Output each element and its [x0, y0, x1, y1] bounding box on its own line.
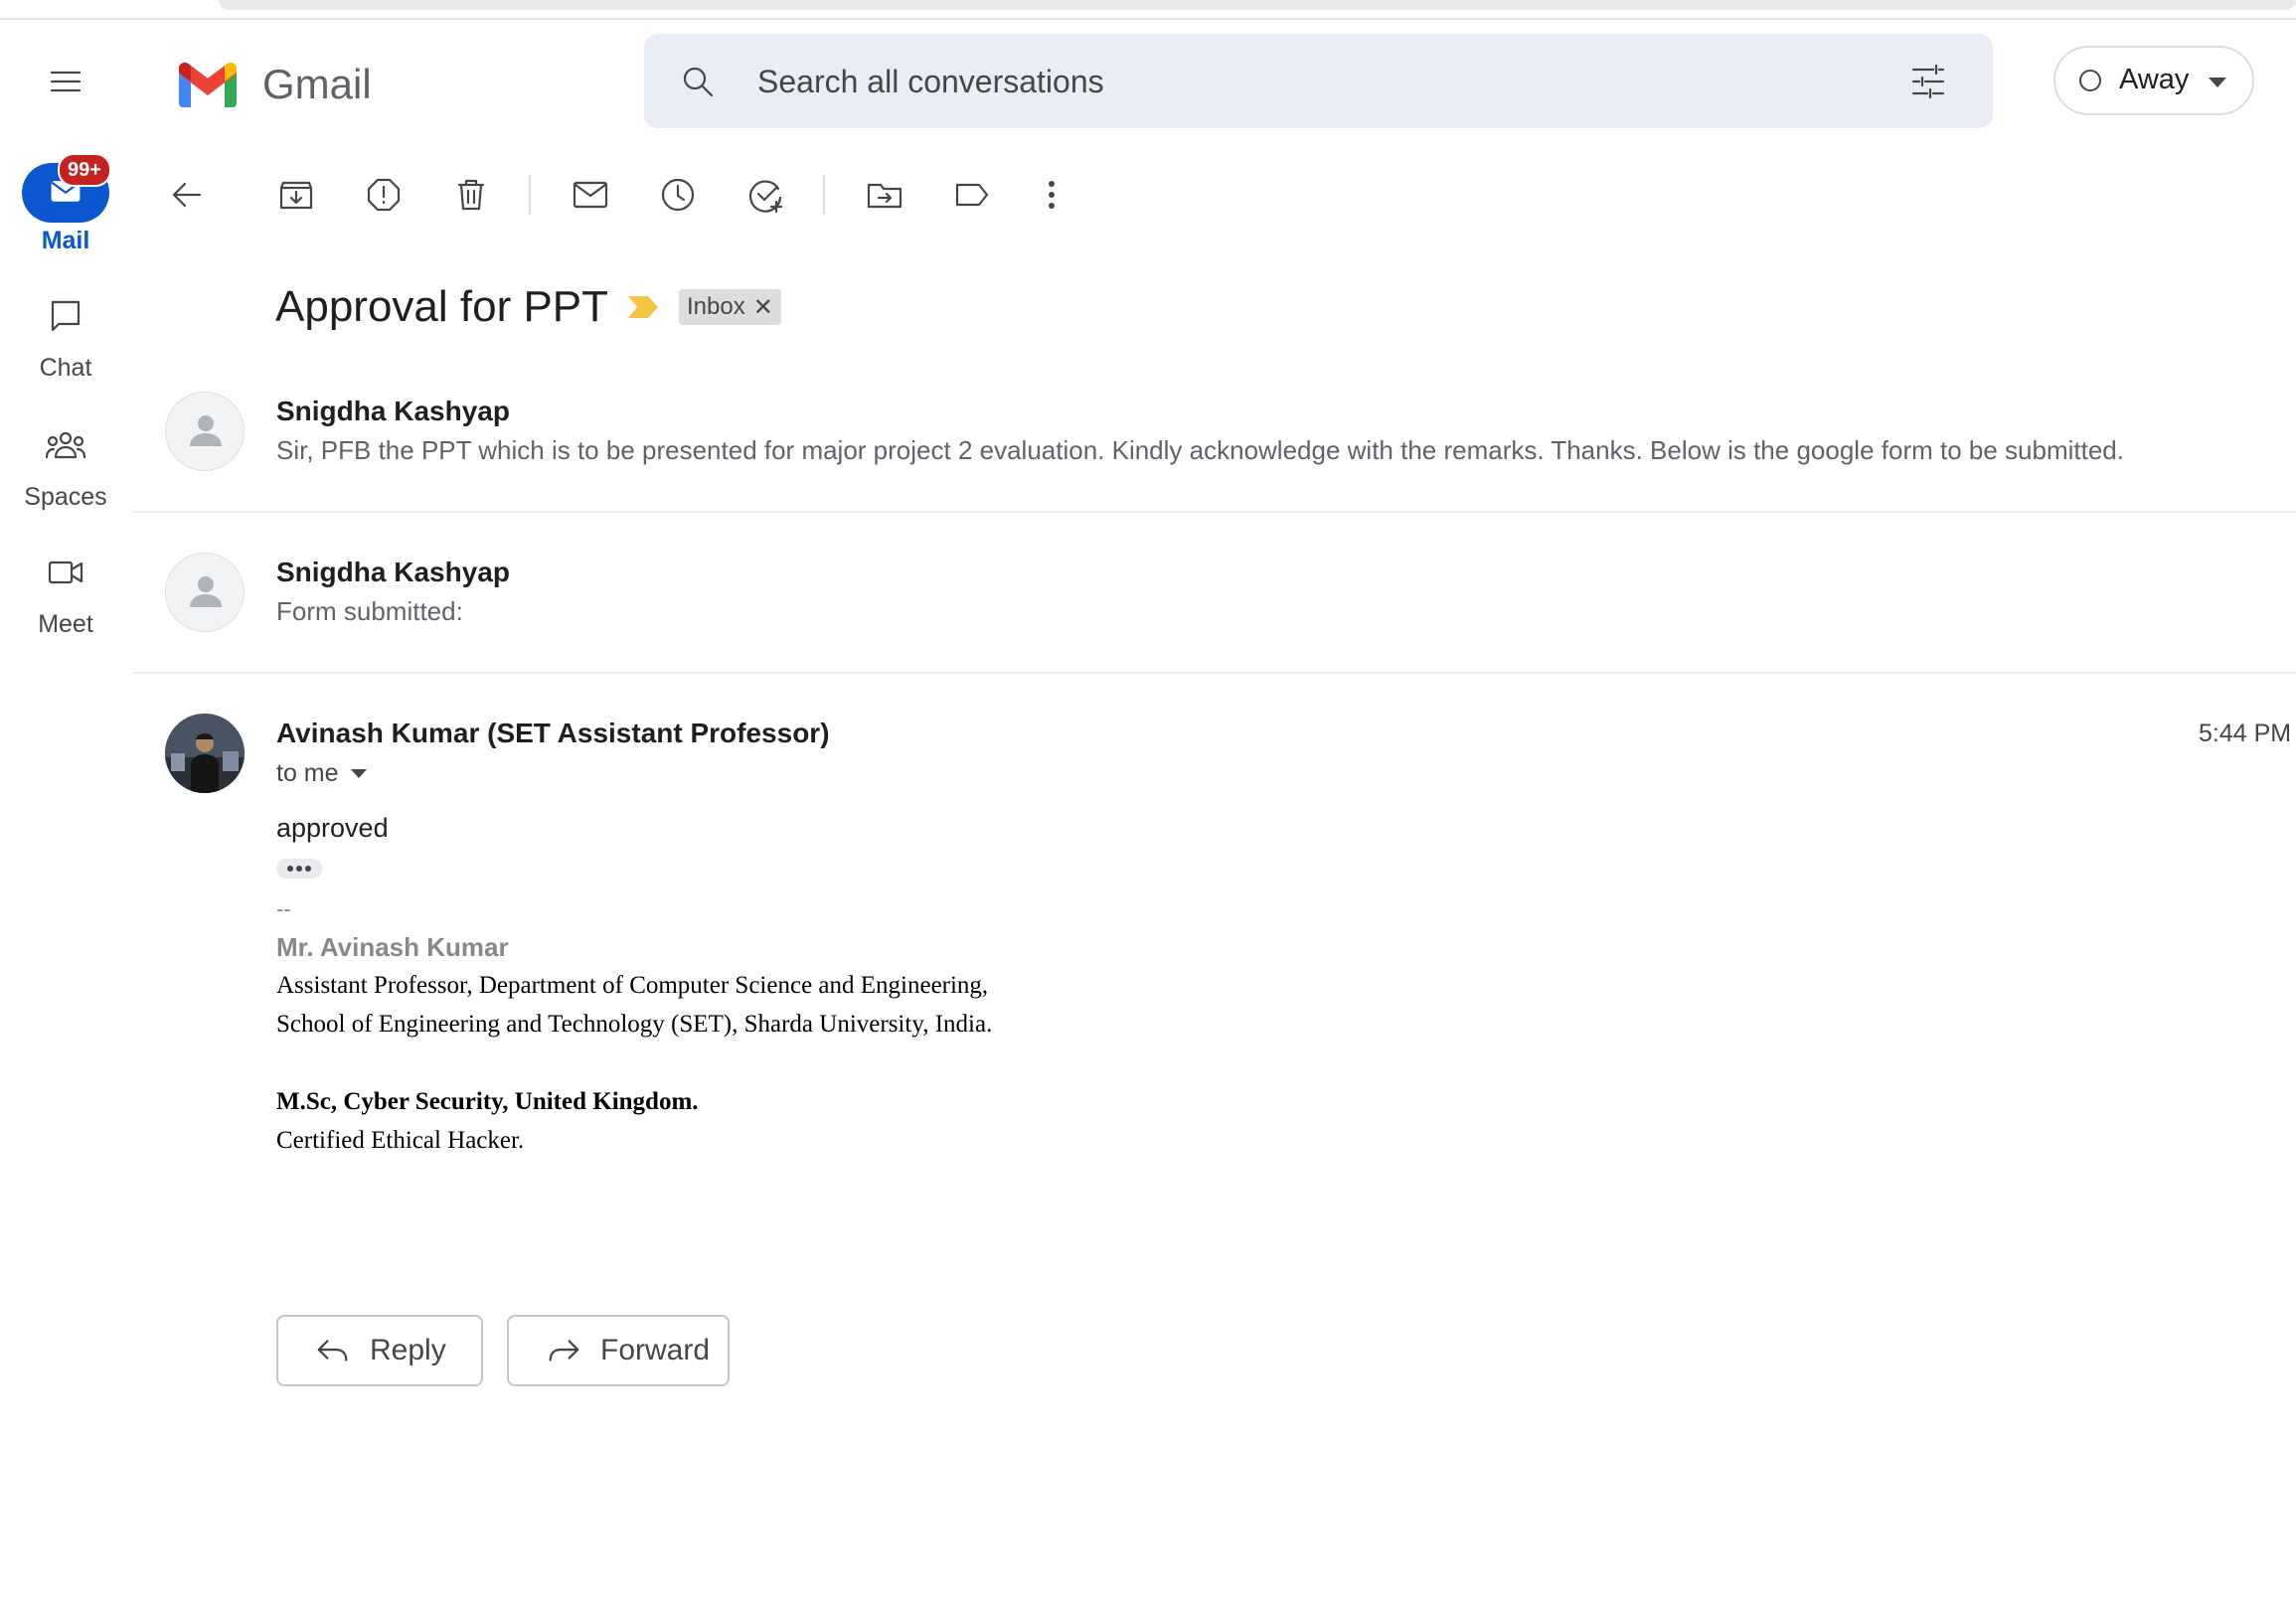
search-button[interactable] [674, 58, 722, 105]
sender-avatar-photo[interactable] [165, 714, 245, 793]
nav-chat-label: Chat [39, 354, 92, 382]
ellipsis-icon [287, 866, 311, 872]
label-icon [955, 183, 989, 207]
avatar [165, 392, 245, 471]
reply-label: Reply [370, 1334, 446, 1366]
add-task-button[interactable] [741, 171, 789, 219]
person-icon [190, 576, 222, 607]
delete-button[interactable] [447, 171, 495, 219]
open-message-sender: Avinash Kumar (SET Assistant Professor) [276, 718, 830, 748]
message-sender: Snigdha Kashyap [276, 557, 510, 587]
mark-unread-icon [573, 181, 608, 209]
caret-down-icon [2209, 78, 2226, 87]
nav-chat[interactable]: Chat [0, 292, 131, 388]
message-snippet: Sir, PFB the PPT which is to be presente… [276, 435, 2124, 465]
more-vert-icon [1049, 181, 1055, 209]
mark-unread-button[interactable] [567, 171, 614, 219]
message-time: 5:44 PM [2199, 720, 2292, 747]
browser-top-strip [0, 0, 2296, 20]
importance-marker-icon[interactable] [626, 294, 660, 320]
app-name: Gmail [262, 61, 372, 107]
avatar [165, 553, 245, 632]
add-task-icon [749, 180, 783, 214]
delete-icon [457, 179, 485, 211]
unread-badge: 99+ [58, 153, 111, 187]
forward-button[interactable]: Forward [507, 1315, 730, 1386]
browser-scroll-area [219, 0, 2296, 10]
reply-icon [317, 1340, 348, 1362]
report-spam-icon [367, 178, 401, 212]
back-button[interactable] [163, 171, 211, 219]
signature-line: School of Engineering and Technology (SE… [276, 1011, 993, 1038]
caret-down-icon [350, 768, 367, 778]
nav-spaces-label: Spaces [24, 483, 107, 511]
signature-line: Assistant Professor, Department of Compu… [276, 972, 989, 999]
status-selector[interactable]: Away [2053, 46, 2254, 115]
gmail-logo-icon [175, 60, 241, 109]
toolbar-divider [823, 175, 825, 215]
label-chip-inbox: Inbox ✕ [679, 289, 781, 325]
show-trimmed-content-button[interactable] [276, 859, 322, 879]
move-to-icon [867, 183, 902, 209]
search-options-button[interactable] [1904, 58, 1952, 105]
more-options-button[interactable] [1028, 171, 1075, 219]
status-label: Away [2119, 64, 2190, 95]
reply-button[interactable]: Reply [276, 1315, 483, 1386]
label-chip-text: Inbox [687, 293, 745, 320]
nav-mail-label: Mail [41, 227, 90, 254]
message-divider [133, 511, 2296, 513]
recipients-toggle[interactable]: to me [276, 757, 367, 789]
forward-icon [549, 1340, 579, 1362]
archive-icon [279, 181, 313, 210]
signature-name: Mr. Avinash Kumar [276, 932, 509, 962]
message-sender: Snigdha Kashyap [276, 396, 510, 426]
spaces-icon [44, 425, 87, 465]
recipients-text: to me [276, 758, 339, 787]
remove-label-icon[interactable]: ✕ [753, 293, 773, 322]
tune-icon [1911, 64, 1945, 99]
nav-spaces[interactable]: Spaces [0, 421, 131, 517]
chat-icon [46, 296, 85, 336]
snooze-icon [661, 178, 695, 212]
main-menu-button[interactable] [36, 58, 95, 105]
search-bar[interactable] [644, 34, 1993, 130]
thread-subject: Approval for PPT [275, 282, 609, 331]
signature-line: M.Sc, Cyber Security, United Kingdom. [276, 1088, 699, 1115]
message-snippet: Form submitted: [276, 596, 463, 626]
hamburger-menu-icon [50, 71, 82, 92]
search-icon [683, 67, 714, 97]
forward-label: Forward [600, 1334, 711, 1366]
message-divider [133, 672, 2296, 674]
search-input[interactable] [755, 34, 1803, 130]
toolbar-divider [529, 175, 531, 215]
status-circle-icon [2079, 70, 2101, 91]
report-spam-button[interactable] [360, 171, 408, 219]
nav-meet-label: Meet [38, 610, 93, 638]
signature-line: Certified Ethical Hacker. [276, 1127, 525, 1154]
signature-separator: -- [276, 896, 291, 921]
back-arrow-icon [172, 182, 202, 208]
person-icon [190, 415, 222, 446]
snooze-button[interactable] [654, 171, 702, 219]
message-body: approved [276, 813, 389, 843]
archive-button[interactable] [272, 171, 320, 219]
move-to-button[interactable] [861, 171, 908, 219]
video-camera-icon [46, 553, 85, 592]
label-button[interactable] [948, 171, 996, 219]
nav-mail[interactable]: 99+ Mail [0, 153, 131, 258]
nav-meet[interactable]: Meet [0, 549, 131, 644]
